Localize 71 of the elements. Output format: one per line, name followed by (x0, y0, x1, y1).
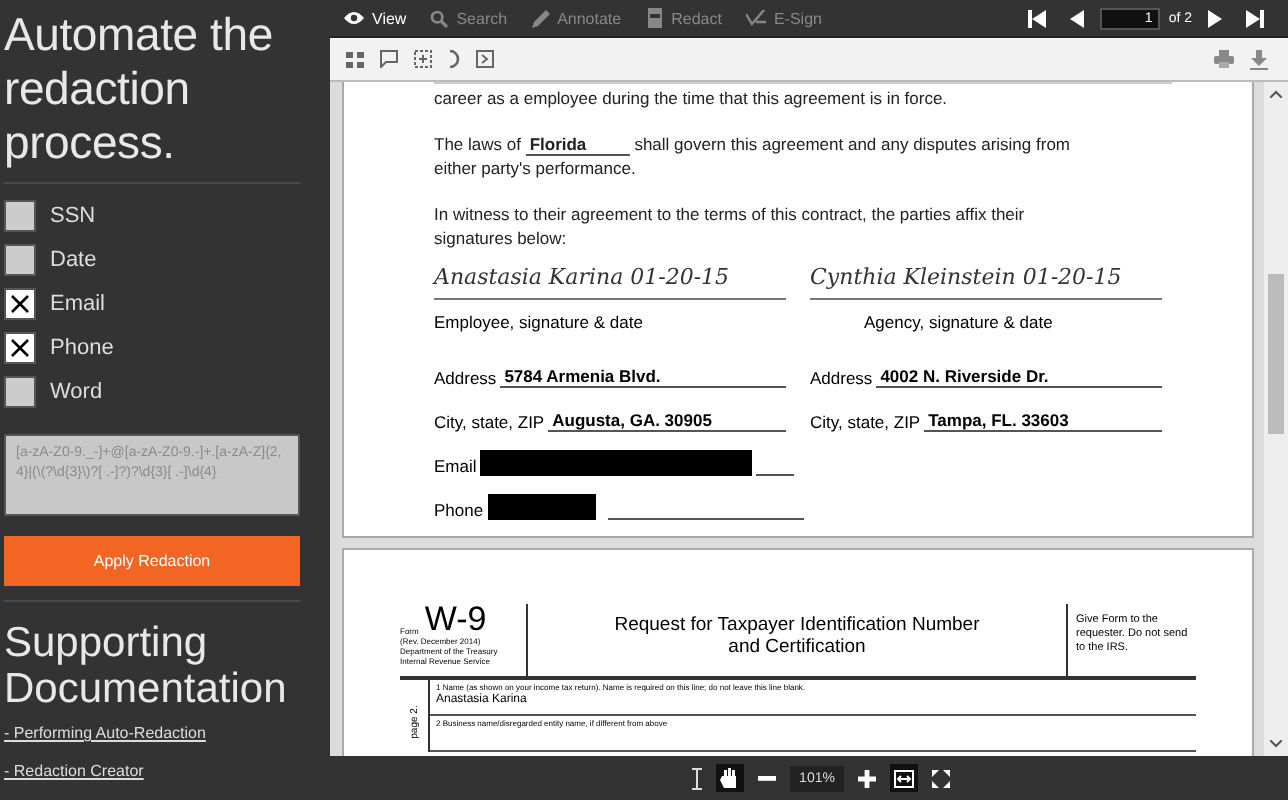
checkbox-label: Word (50, 379, 103, 404)
doc-link[interactable]: - Redaction Creator (4, 762, 300, 781)
field-label: City, state, ZIP (810, 412, 921, 432)
thumbnails-icon[interactable] (346, 51, 364, 67)
handwritten-signature: Cynthia Kleinstein 01-20-15 (810, 258, 1162, 300)
contract-text: In witness to their agreement to the terms of this contract, the parties affix their signatures below: (434, 202, 1027, 250)
doc-link[interactable]: - Performing Auto-Redaction (4, 724, 300, 743)
search-icon (430, 9, 449, 27)
first-page-icon[interactable] (1028, 9, 1047, 27)
scrollbar[interactable] (1264, 82, 1288, 756)
hand-icon (720, 768, 739, 788)
checkbox[interactable] (4, 287, 36, 320)
text-cursor-icon[interactable] (691, 767, 702, 789)
x-mark-icon (10, 337, 30, 358)
toolbar-tab[interactable]: Annotate (527, 9, 634, 27)
pen-icon (531, 9, 550, 27)
field-label: Phone (434, 500, 484, 520)
city-value: Augusta, GA. 30905 (548, 410, 786, 432)
eye-icon (344, 10, 364, 26)
checkbox-label: Phone (50, 335, 114, 360)
field-label: Email (434, 456, 477, 476)
handwritten-signature: Anastasia Karina 01-20-15 (434, 258, 786, 300)
address-value: 4002 N. Riverside Dr. (876, 366, 1162, 388)
field-label: City, state, ZIP (434, 412, 545, 432)
zoom-out-icon[interactable] (757, 775, 776, 781)
toolbar-tab[interactable]: Redact (641, 8, 734, 28)
fit-width-icon (894, 769, 915, 787)
toolbar-tab[interactable]: Search (426, 9, 520, 27)
scroll-up-icon[interactable] (1270, 90, 1282, 98)
fit-width-button[interactable] (890, 764, 919, 792)
checkbox-label: Date (50, 247, 97, 272)
form-number: W-9 (424, 604, 487, 636)
field-label: Address (810, 368, 873, 388)
zoom-in-icon[interactable] (858, 769, 877, 787)
fullscreen-icon[interactable] (932, 769, 951, 787)
checkbox[interactable] (4, 375, 36, 408)
checkbox[interactable] (4, 243, 36, 276)
city-value: Tampa, FL. 33603 (924, 410, 1162, 432)
checkbox[interactable] (4, 331, 36, 364)
document-icon (645, 8, 664, 28)
field-label: Address (434, 368, 497, 388)
signature-icon (745, 9, 766, 27)
comment-icon[interactable] (380, 50, 398, 68)
download-icon[interactable] (1250, 49, 1268, 69)
checkbox-label: Email (50, 291, 106, 316)
contract-text: The laws of Florida shall govern this agreement and any disputes arising from either party's performance. (434, 132, 1073, 180)
page-icon[interactable] (476, 50, 494, 68)
toolbar-tab[interactable]: View (340, 9, 419, 27)
redaction-block (487, 494, 596, 520)
rotate-icon[interactable] (448, 50, 460, 68)
scrollbar-thumb[interactable] (1268, 274, 1284, 434)
checkbox-label: SSN (50, 203, 96, 228)
x-mark-icon (10, 293, 30, 314)
print-icon[interactable] (1214, 50, 1234, 68)
previous-page-icon[interactable] (1070, 9, 1085, 27)
checkbox[interactable] (4, 199, 36, 232)
contract-text: career as a employee during the time that this agreement is in force. (434, 86, 950, 110)
address-value: 5784 Armenia Blvd. (500, 366, 786, 388)
next-page-icon[interactable] (1208, 9, 1222, 27)
toolbar-tab[interactable]: E-Sign (741, 9, 834, 27)
scroll-down-icon[interactable] (1270, 740, 1282, 748)
last-page-icon[interactable] (1246, 9, 1264, 27)
filled-state: Florida (525, 134, 630, 156)
form-title: Request for Taxpayer Identification Number and Certification (528, 604, 1068, 676)
docs-heading: Supporting Documentation (4, 620, 289, 713)
sidebar-heading: Automate the redaction process. (4, 8, 275, 170)
hand-tool-button[interactable] (715, 764, 744, 792)
signature-caption: Employee, signature & date (434, 312, 645, 332)
apply-redaction-button[interactable]: Apply Redaction (4, 536, 300, 587)
zoom-region-icon[interactable] (414, 50, 432, 68)
signature-caption: Agency, signature & date (862, 312, 1055, 332)
